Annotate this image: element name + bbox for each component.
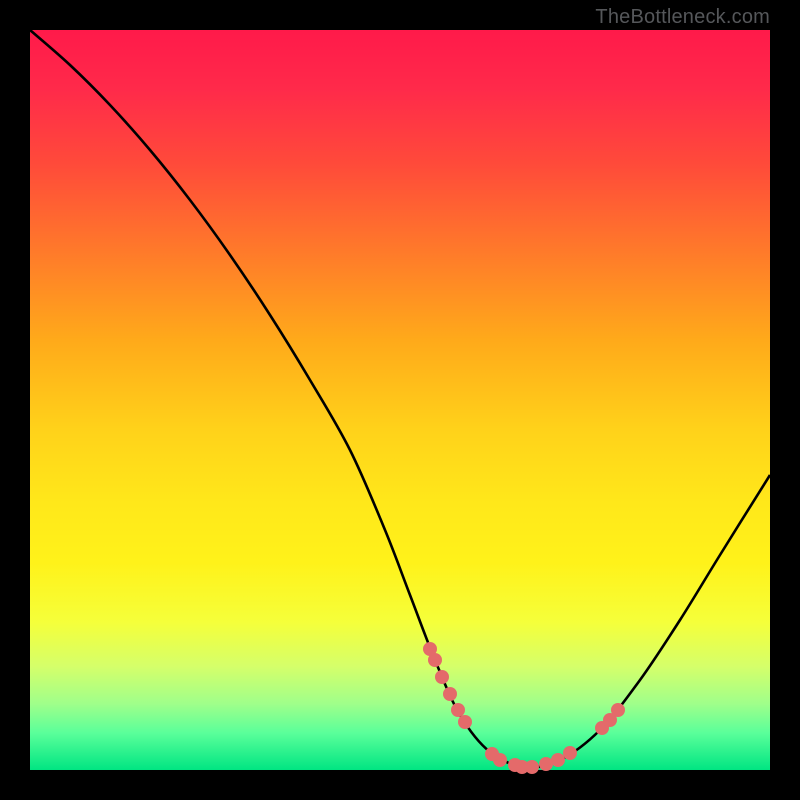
- data-point: [435, 670, 449, 684]
- data-point: [539, 757, 553, 771]
- data-point: [525, 760, 539, 774]
- data-markers: [423, 642, 625, 774]
- curve-line: [30, 30, 770, 767]
- chart-container: TheBottleneck.com: [0, 0, 800, 800]
- data-point: [458, 715, 472, 729]
- watermark-text: TheBottleneck.com: [595, 6, 770, 29]
- plot-area: [30, 30, 770, 770]
- data-point: [563, 746, 577, 760]
- data-point: [611, 703, 625, 717]
- data-point: [443, 687, 457, 701]
- chart-svg: [30, 30, 770, 770]
- data-point: [451, 703, 465, 717]
- data-point: [428, 653, 442, 667]
- data-point: [493, 753, 507, 767]
- data-point: [551, 753, 565, 767]
